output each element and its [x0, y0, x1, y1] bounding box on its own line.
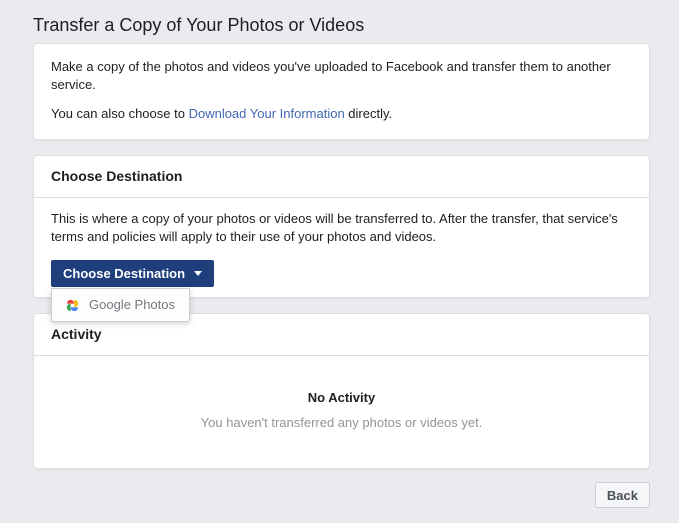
chevron-down-icon: [194, 271, 203, 276]
destination-dropdown-menu: Google Photos: [51, 288, 190, 322]
transfer-settings-page: Transfer a Copy of Your Photos or Videos…: [0, 0, 679, 523]
google-photos-icon: [66, 299, 79, 311]
dropdown-item-google-photos[interactable]: Google Photos: [52, 289, 189, 321]
intro-card-body: Make a copy of the photos and videos you…: [34, 44, 649, 139]
page-title: Transfer a Copy of Your Photos or Videos: [33, 15, 365, 35]
intro-card: Make a copy of the photos and videos you…: [33, 43, 650, 140]
intro-paragraph-2-prefix: You can also choose to: [51, 106, 189, 121]
intro-paragraph-1: Make a copy of the photos and videos you…: [51, 59, 611, 92]
no-activity-subtitle: You haven't transferred any photos or vi…: [200, 415, 483, 430]
choose-destination-button[interactable]: Choose Destination: [51, 260, 215, 287]
choose-destination-card-header: Choose Destination: [34, 156, 649, 198]
download-your-information-link[interactable]: Download Your Information: [189, 106, 345, 121]
intro-paragraph-2-suffix: directly.: [344, 106, 393, 121]
dropdown-item-label: Google Photos: [89, 297, 176, 312]
footer-actions: Back: [33, 482, 650, 523]
intro-paragraph-2: You can also choose to Download Your Inf…: [51, 105, 632, 123]
back-button[interactable]: Back: [594, 482, 650, 508]
choose-destination-button-label: Choose Destination: [63, 266, 186, 281]
destination-dropdown: Choose Destination Google Photos: [51, 260, 215, 322]
destination-description: This is where a copy of your photos or v…: [51, 211, 618, 244]
activity-card-body: No Activity You haven't transferred any …: [34, 356, 649, 468]
choose-destination-card-body: This is where a copy of your photos or v…: [34, 198, 649, 322]
choose-destination-card: Choose Destination This is where a copy …: [33, 155, 650, 322]
choose-destination-card-title: Choose Destination: [51, 168, 183, 184]
no-activity-title: No Activity: [307, 390, 376, 405]
activity-card-title: Activity: [51, 326, 102, 342]
activity-card: Activity No Activity You haven't transfe…: [33, 313, 650, 469]
